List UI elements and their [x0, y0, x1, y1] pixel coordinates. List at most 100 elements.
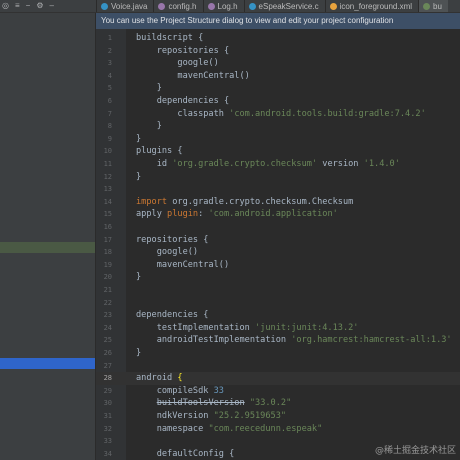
code-token: :: [198, 209, 209, 220]
line-number: 11: [103, 160, 112, 168]
line-number: 33: [103, 437, 112, 446]
code-line[interactable]: 23 dependencies {: [96, 309, 460, 322]
code-text: dependencies {: [136, 309, 208, 322]
code-text: }: [136, 347, 141, 360]
editor-tab[interactable]: Voice.java: [96, 0, 153, 12]
project-tree-highlighted-row[interactable]: [0, 242, 95, 253]
code-text: }: [136, 133, 141, 146]
code-text: buildToolsVersion "33.0.2": [136, 397, 292, 410]
code-text: }: [136, 171, 141, 184]
code-text: namespace "com.reecedunn.espeak": [136, 423, 323, 436]
line-number: 19: [103, 260, 112, 269]
code-token: plugin: [167, 209, 199, 220]
code-line[interactable]: 30 buildToolsVersion "33.0.2": [96, 397, 460, 410]
code-text: }: [136, 120, 162, 133]
code-line[interactable]: 14 import org.gradle.crypto.checksum.Chec…: [96, 196, 460, 209]
project-tool-window: [0, 13, 95, 460]
line-number: 3: [107, 59, 112, 68]
editor-tab[interactable]: Log.h: [202, 0, 244, 12]
code-line[interactable]: 32 namespace "com.reecedunn.espeak": [96, 423, 460, 436]
code-editor[interactable]: 1 buildscript {2 repositories {3 google()…: [96, 29, 460, 460]
editor-tab[interactable]: bu: [418, 0, 448, 12]
editor-tab[interactable]: eSpeakService.c: [243, 0, 325, 12]
minimize-icon[interactable]: –: [50, 0, 54, 12]
code-line[interactable]: 26}: [96, 347, 460, 360]
code-line[interactable]: 7 classpath 'com.android.tools.build:gra…: [96, 108, 460, 121]
code-line[interactable]: 2 repositories {: [96, 45, 460, 58]
code-token: 33: [213, 385, 224, 396]
collapse-icon[interactable]: −: [26, 0, 31, 12]
code-text: testImplementation 'junit:junit:4.13.2': [136, 322, 359, 335]
project-structure-notification[interactable]: You can use the Project Structure dialog…: [96, 13, 460, 29]
line-number: 32: [103, 424, 112, 433]
editor-tab[interactable]: icon_foreground.xml: [324, 0, 418, 12]
code-line[interactable]: 27: [96, 360, 460, 373]
editor-tab[interactable]: config.h: [153, 0, 202, 12]
line-number: 18: [103, 248, 112, 257]
line-number: 34: [103, 449, 112, 458]
project-tree-selected-row[interactable]: [0, 358, 95, 369]
code-token: import: [136, 196, 173, 207]
code-line[interactable]: 12}: [96, 171, 460, 184]
code-token: 'org.gradle.crypto.checksum': [172, 159, 318, 169]
line-number: 4: [107, 71, 112, 80]
code-text: mavenCentral(): [136, 259, 229, 272]
editor-tab-label: config.h: [168, 1, 197, 11]
line-number: 14: [103, 197, 112, 206]
code-token: }: [136, 133, 142, 144]
code-line[interactable]: 17 repositories {: [96, 234, 460, 247]
target-icon[interactable]: ◎: [2, 0, 9, 12]
line-number: 28: [103, 374, 112, 383]
expand-icon[interactable]: ≡: [15, 0, 20, 12]
code-line[interactable]: 28 android {: [96, 372, 460, 385]
code-text: repositories {: [136, 234, 208, 247]
code-line[interactable]: 8 }: [96, 120, 460, 133]
code-line[interactable]: 3 google(): [96, 57, 460, 70]
editor-tab-label: Voice.java: [111, 1, 148, 11]
code-line[interactable]: 9}: [96, 133, 460, 146]
code-line[interactable]: 6 dependencies {: [96, 95, 460, 108]
code-token: 'com.android.tools.build:gradle:7.4.2': [229, 108, 426, 119]
code-text: android {: [136, 372, 183, 385]
code-line[interactable]: 11 id 'org.gradle.crypto.checksum' versi…: [96, 158, 460, 171]
code-line[interactable]: 31 ndkVersion "25.2.9519653": [96, 410, 460, 423]
code-line[interactable]: 24 testImplementation 'junit:junit:4.13.…: [96, 322, 460, 335]
code-token: repositories {: [136, 234, 209, 245]
code-text: ndkVersion "25.2.9519653": [136, 410, 286, 423]
code-line[interactable]: 21: [96, 284, 460, 297]
code-line[interactable]: 15 apply plugin: 'com.android.application…: [96, 208, 460, 221]
code-token: }: [136, 272, 142, 283]
code-line[interactable]: 18 google(): [96, 246, 460, 259]
line-number: 7: [107, 109, 112, 118]
code-line[interactable]: 20}: [96, 271, 460, 284]
editor-tab-label: eSpeakService.c: [258, 1, 319, 11]
code-token: 'org.hamcrest:hamcrest-all:1.3': [291, 335, 452, 346]
code-token: "com.reecedunn.espeak": [208, 423, 323, 434]
code-line[interactable]: 10 plugins {: [96, 145, 460, 158]
code-line[interactable]: 5 }: [96, 82, 460, 95]
code-line[interactable]: 1 buildscript {: [96, 32, 460, 45]
code-text: mavenCentral(): [136, 70, 249, 83]
header-file-icon: [207, 2, 215, 10]
code-line[interactable]: 29 compileSdk 33: [96, 385, 460, 398]
code-text: classpath 'com.android.tools.build:gradl…: [136, 108, 426, 121]
code-token: version: [317, 159, 364, 169]
code-line[interactable]: 16: [96, 221, 460, 234]
code-token: }: [136, 121, 162, 132]
code-line[interactable]: 19 mavenCentral(): [96, 259, 460, 272]
code-line[interactable]: 4 mavenCentral(): [96, 70, 460, 83]
code-line[interactable]: 22: [96, 297, 460, 310]
c-file-icon: [248, 2, 256, 10]
line-number: 29: [103, 386, 112, 395]
code-line[interactable]: 13: [96, 183, 460, 196]
code-line[interactable]: 25 androidTestImplementation 'org.hamcre…: [96, 334, 460, 347]
editor-tabs: Voice.java config.h Log.h eSpeakService.c ic…: [96, 0, 448, 12]
gear-icon[interactable]: ⚙: [36, 0, 43, 12]
gradle-file-icon: [423, 2, 431, 10]
line-number: 26: [103, 349, 112, 357]
code-token: repositories {: [136, 45, 230, 56]
code-text: apply plugin: 'com.android.application': [136, 208, 338, 221]
code-token: 'com.android.application': [208, 209, 338, 220]
code-token: dependencies {: [136, 96, 230, 106]
tool-window-actions: ◎ ≡ − ⚙ –: [2, 0, 54, 12]
